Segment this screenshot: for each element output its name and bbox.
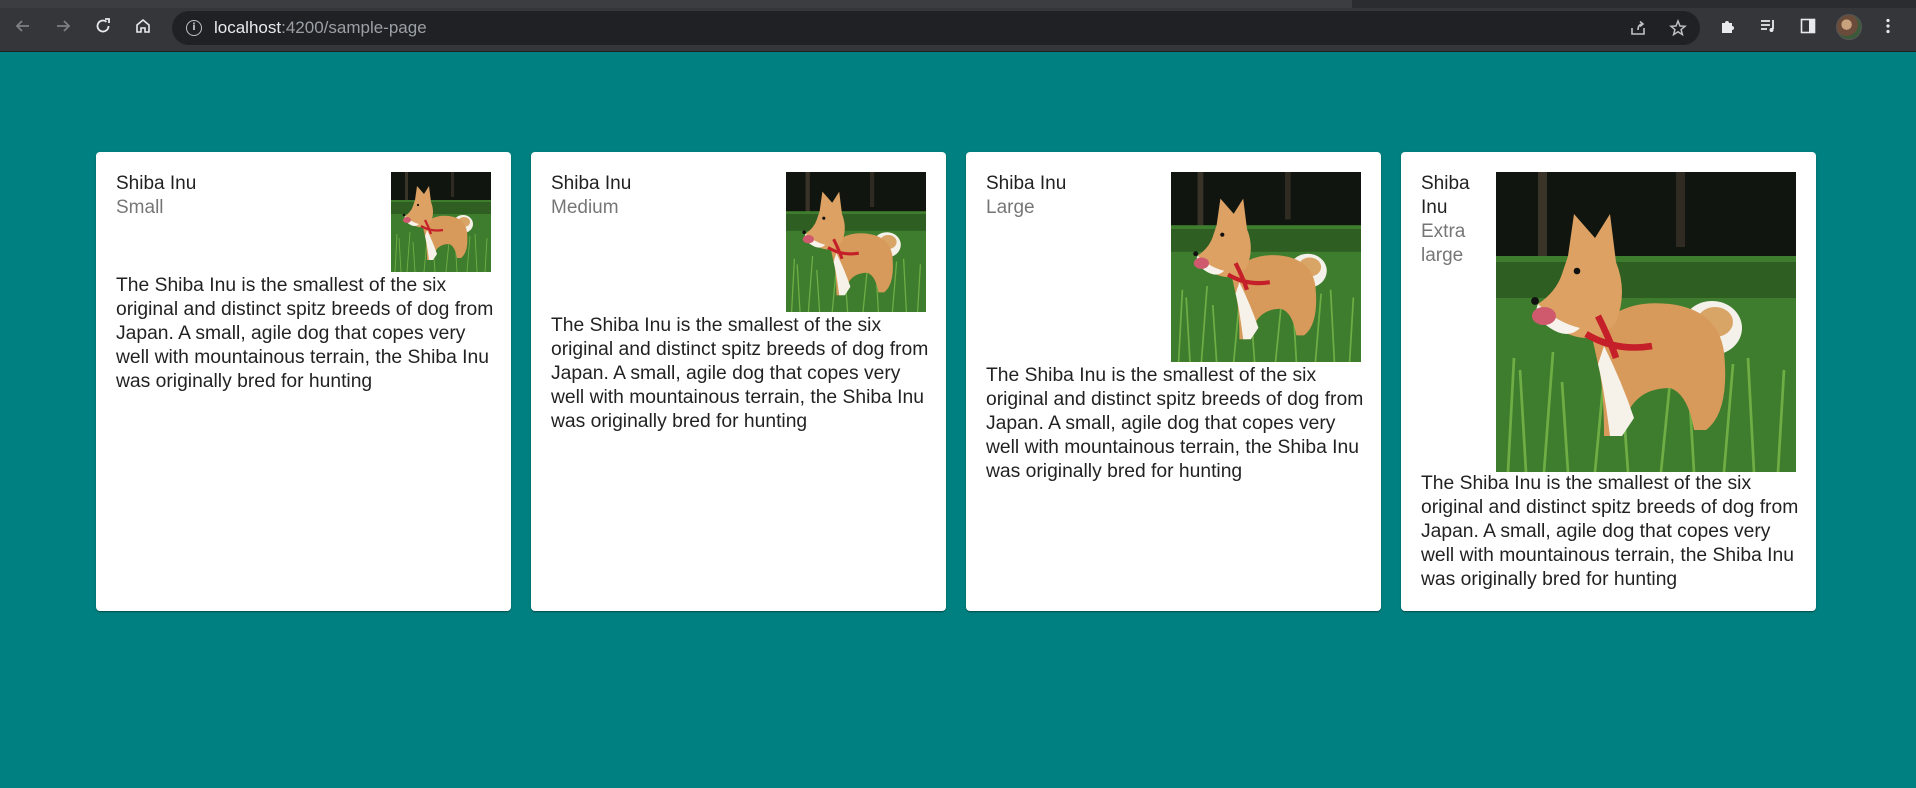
card-large: Shiba Inu Large The Shiba Inu is the sma… [966, 152, 1381, 611]
shiba-inu-image [1171, 172, 1361, 362]
card-small: Shiba Inu Small The Shiba Inu is the sma… [96, 152, 511, 611]
star-icon[interactable] [1666, 16, 1690, 40]
puzzle-icon[interactable] [1716, 14, 1740, 38]
back-button[interactable] [9, 12, 37, 40]
media-queue-icon[interactable] [1756, 14, 1780, 38]
url-path: :4200/sample-page [281, 18, 427, 37]
side-panel-icon[interactable] [1796, 14, 1820, 38]
card-subtitle: Small [116, 197, 164, 218]
shiba-inu-image [786, 172, 926, 312]
card-subtitle: Extra large [1421, 221, 1466, 266]
tab-strip [0, 0, 1916, 8]
card-content: The Shiba Inu is the smallest of the six… [116, 275, 494, 392]
browser-toolbar: i localhost:4200/sample-page [0, 0, 1916, 52]
home-button[interactable] [129, 12, 157, 40]
card-title: Shiba Inu [1421, 173, 1470, 218]
reload-icon [96, 18, 110, 33]
shiba-inu-image [1496, 172, 1796, 472]
card-content: The Shiba Inu is the smallest of the six… [1421, 473, 1799, 590]
address-bar[interactable]: i localhost:4200/sample-page [172, 11, 1700, 45]
profile-avatar[interactable] [1836, 14, 1862, 40]
card-subtitle: Medium [551, 197, 619, 218]
url-host: localhost [214, 18, 282, 37]
card-extra-large: Shiba Inu Extra large The Shiba Inu is t… [1401, 152, 1816, 611]
forward-button[interactable] [49, 12, 77, 40]
card-medium: Shiba Inu Medium The Shiba Inu is the sm… [531, 152, 946, 611]
reload-button[interactable] [89, 12, 117, 40]
info-icon[interactable]: i [186, 20, 202, 36]
arrow-right-icon [57, 20, 71, 32]
card-subtitle: Large [986, 197, 1035, 218]
card-content: The Shiba Inu is the smallest of the six… [986, 365, 1364, 482]
active-tab-strip [0, 0, 1352, 8]
card-content: The Shiba Inu is the smallest of the six… [551, 315, 929, 432]
card-title: Shiba Inu [551, 173, 632, 194]
kebab-menu-icon[interactable] [1876, 14, 1900, 38]
card-title: Shiba Inu [986, 173, 1067, 194]
arrow-left-icon [15, 20, 29, 32]
url-text[interactable]: localhost:4200/sample-page [214, 18, 427, 38]
card-title: Shiba Inu [116, 173, 197, 194]
shiba-inu-image [391, 172, 491, 272]
home-icon [136, 18, 150, 33]
share-icon[interactable] [1626, 16, 1650, 40]
